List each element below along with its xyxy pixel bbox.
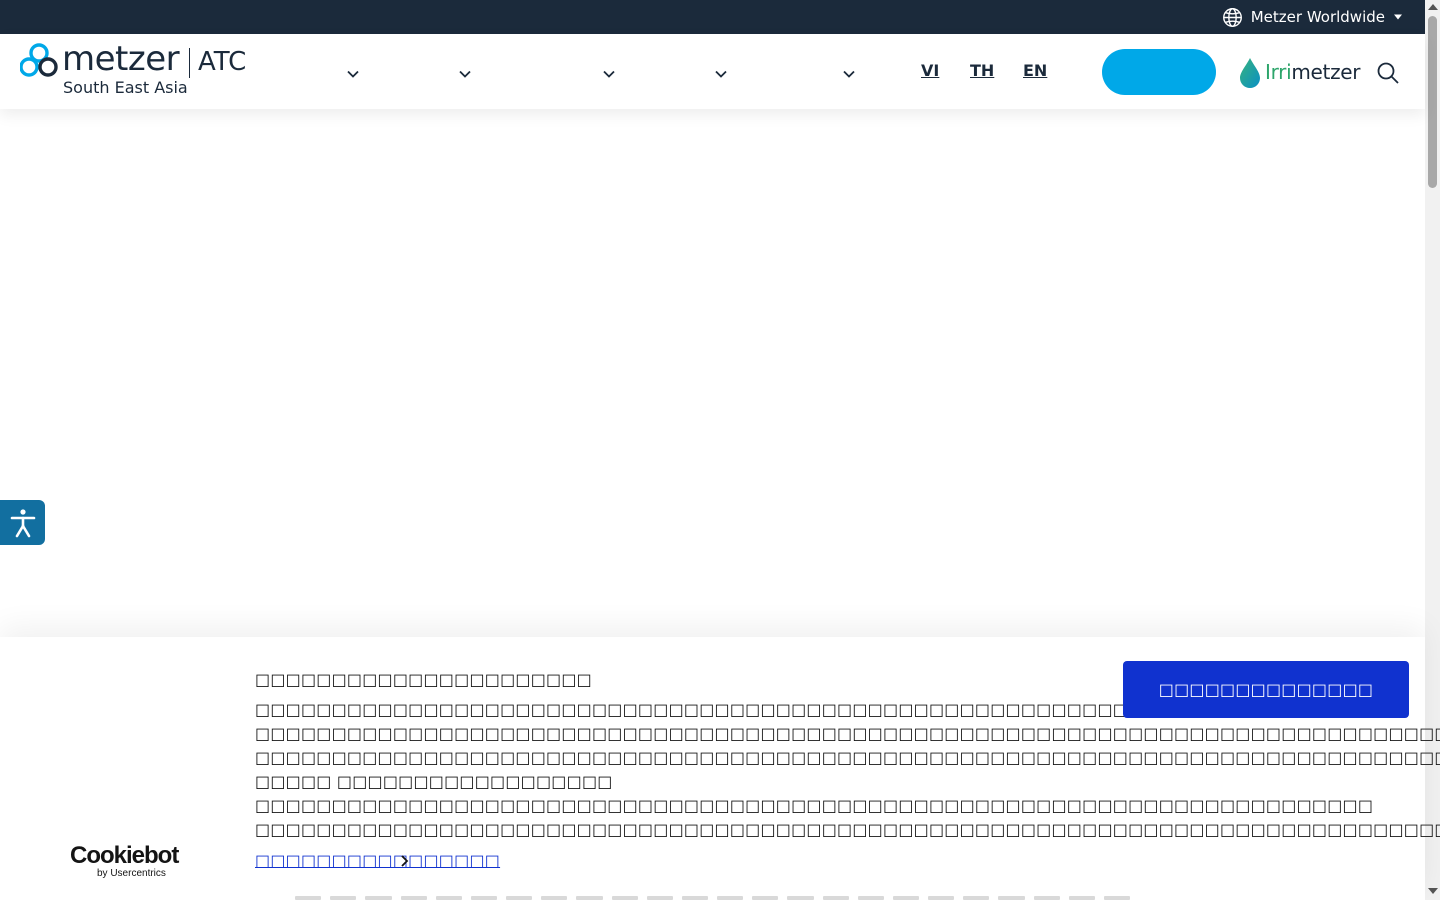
cookiebot-brand: Cookiebot: [70, 842, 179, 869]
scroll-down-arrow-icon[interactable]: [1428, 888, 1438, 894]
nav-item-1-chevron-down-icon[interactable]: [346, 67, 360, 81]
globe-icon: [1222, 7, 1242, 27]
irrimetzer-prefix: Irri: [1265, 60, 1292, 84]
nav-item-5-chevron-down-icon[interactable]: [842, 67, 856, 81]
nav-item-3-chevron-down-icon[interactable]: [602, 67, 616, 81]
irrimetzer-logo[interactable]: Irrimetzer: [1238, 56, 1361, 90]
chevron-right-icon[interactable]: [399, 854, 409, 868]
irrimetzer-wordmark: Irrimetzer: [1265, 60, 1361, 84]
cookiebot-sub: by Usercentrics: [97, 868, 166, 879]
irrimetzer-word: metzer: [1291, 60, 1361, 84]
accessibility-button[interactable]: [0, 500, 45, 545]
cookie-title: □□□□□□□□□□□□□□□□□□□□□□: [255, 670, 592, 689]
lang-vi-link[interactable]: VI: [921, 61, 939, 80]
water-drop-icon: [1240, 58, 1260, 88]
lang-th-link[interactable]: TH: [970, 61, 994, 80]
cookie-consent-banner: □□□□□□□□□□□□□□□□□□□□□□ □□□□□□□□□□□□□□□□□…: [0, 637, 1440, 900]
logo-region: South East Asia: [63, 78, 188, 97]
cut-off-content-strip: [295, 896, 1131, 900]
metzer-atc-logo[interactable]: metzer ATC South East Asia: [20, 39, 260, 99]
cta-button[interactable]: [1102, 49, 1216, 95]
top-bar: Metzer Worldwide: [0, 0, 1425, 34]
logo-wordmark: metzer: [62, 39, 180, 79]
allow-all-button[interactable]: □□□□□□□□□□□□□□: [1123, 661, 1409, 718]
logo-separator: [189, 48, 190, 78]
cookie-body-text: □□□□□□□□□□□□□□□□□□□□□□□□□□□□□□□□□□□□□□□□…: [255, 700, 1440, 839]
cookiebot-logo: Cookiebot by Usercentrics: [70, 844, 180, 880]
scroll-up-arrow-icon[interactable]: [1428, 4, 1438, 10]
search-icon[interactable]: [1377, 62, 1399, 84]
nav-item-4-chevron-down-icon[interactable]: [714, 67, 728, 81]
logo-suffix: ATC: [198, 47, 247, 77]
page: Metzer Worldwide metzer ATC South East A…: [0, 0, 1440, 900]
logo-circles-icon: [20, 43, 58, 77]
worldwide-selector[interactable]: Metzer Worldwide: [1222, 0, 1403, 34]
scrollbar-thumb[interactable]: [1428, 16, 1437, 188]
show-details-link[interactable]: □□□□□□□□□□□□□□□□: [255, 851, 500, 870]
lang-en-link[interactable]: EN: [1023, 61, 1047, 80]
nav-item-2-chevron-down-icon[interactable]: [458, 67, 472, 81]
accessibility-icon: [10, 508, 35, 537]
main-header: metzer ATC South East Asia VI TH EN Irri…: [0, 34, 1425, 109]
worldwide-label: Metzer Worldwide: [1250, 8, 1385, 26]
caret-down-icon: [1394, 14, 1402, 20]
